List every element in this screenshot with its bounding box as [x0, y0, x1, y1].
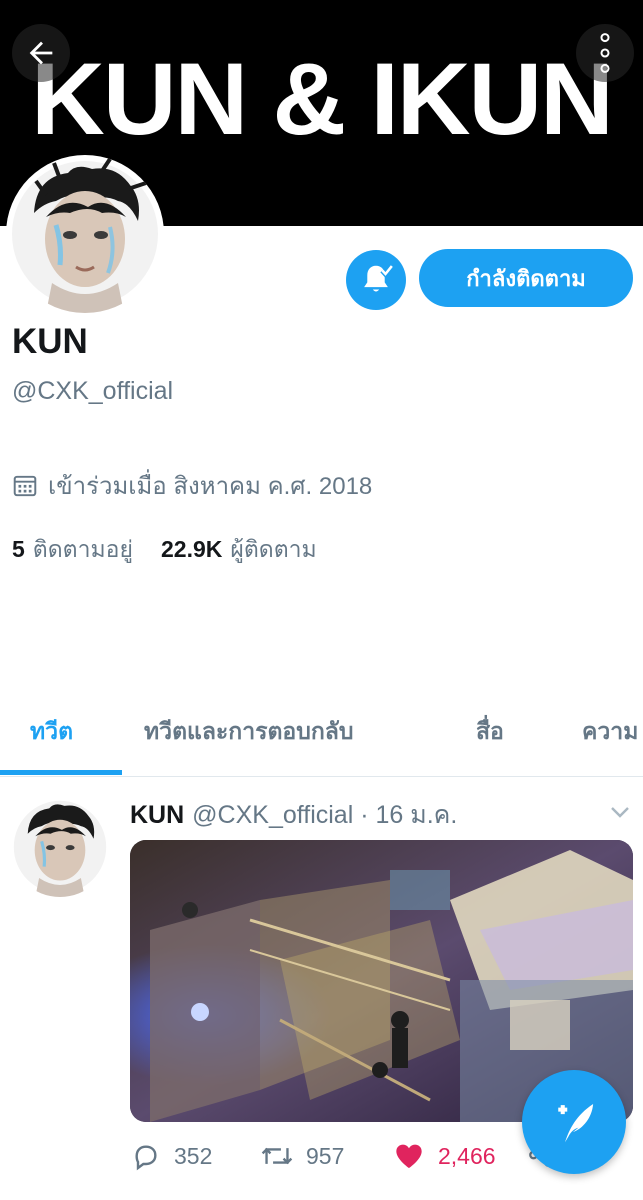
heart-filled-icon	[396, 1144, 422, 1168]
reply-icon	[135, 1145, 157, 1171]
retweet-count: 957	[306, 1142, 345, 1169]
profile-handle: @CXK_official	[12, 377, 174, 405]
notification-bell-icon	[364, 264, 394, 292]
following-stat[interactable]: 5 ติดตามอยู่	[12, 532, 133, 568]
followers-count: 22.9K	[160, 536, 223, 562]
more-vertical-icon	[600, 33, 610, 73]
tweet-menu-button[interactable]	[608, 800, 632, 828]
compose-feather-icon	[558, 1104, 594, 1143]
following-label: ติดตามอยู่	[32, 536, 133, 562]
compose-tweet-button[interactable]	[522, 1070, 626, 1174]
tweet-date[interactable]: · 16 ม.ค.	[360, 801, 457, 829]
banner-text: KUN & IKUN	[31, 42, 614, 156]
tweet-author-name[interactable]: KUN	[130, 801, 184, 829]
following-button[interactable]: กำลังติดตาม	[419, 249, 633, 307]
reply-action[interactable]: 352	[130, 1140, 212, 1172]
joined-date-text: เข้าร่วมเมื่อ สิงหาคม ค.ศ. 2018	[48, 473, 373, 500]
like-action[interactable]: 2,466	[392, 1140, 496, 1172]
profile-tabs: ทวีต ทวีตและการตอบกลับ สื่อ ความ	[0, 700, 643, 777]
tab-tweets[interactable]: ทวีต	[30, 714, 73, 750]
back-button[interactable]	[12, 24, 70, 82]
following-count: 5	[12, 536, 25, 562]
more-options-button[interactable]	[576, 24, 634, 82]
avatar-image	[12, 157, 158, 313]
notifications-toggle-button[interactable]	[346, 250, 406, 310]
joined-date-row: เข้าร่วมเมื่อ สิงหาคม ค.ศ. 2018	[12, 466, 372, 505]
tab-likes[interactable]: ความ	[582, 714, 638, 750]
profile-avatar[interactable]	[6, 155, 164, 313]
tab-tweets-and-replies[interactable]: ทวีตและการตอบกลับ	[144, 714, 353, 750]
avatar-image	[13, 800, 107, 897]
arrow-left-icon	[29, 41, 53, 65]
follow-stats: 5 ติดตามอยู่ 22.9K ผู้ติดตาม	[12, 532, 317, 568]
tweet-author-handle[interactable]: @CXK_official	[192, 801, 353, 829]
tab-media[interactable]: สื่อ	[476, 714, 504, 750]
followers-label: ผู้ติดตาม	[230, 536, 317, 562]
followers-stat[interactable]: 22.9K ผู้ติดตาม	[161, 532, 317, 568]
tweet-header: KUN @CXK_official · 16 ม.ค.	[130, 795, 457, 835]
retweet-icon	[261, 1147, 293, 1165]
like-count: 2,466	[438, 1142, 496, 1169]
profile-display-name: KUN	[12, 322, 88, 361]
calendar-icon	[13, 475, 37, 496]
reply-count: 352	[174, 1142, 213, 1169]
chevron-down-icon	[611, 807, 629, 818]
active-tab-indicator	[0, 770, 122, 775]
retweet-action[interactable]: 957	[260, 1140, 344, 1172]
tweet-author-avatar[interactable]	[10, 797, 110, 897]
